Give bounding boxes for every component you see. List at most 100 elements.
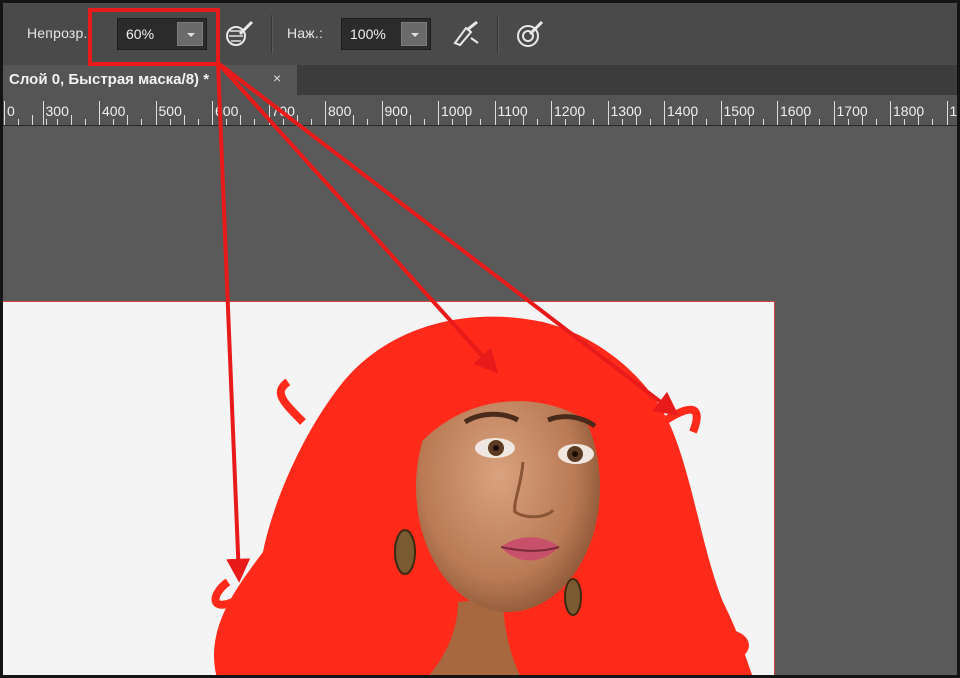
ruler-minor-tick bbox=[762, 119, 764, 125]
ruler-minor-tick bbox=[678, 119, 680, 125]
ruler-minor-tick bbox=[791, 119, 793, 125]
ruler-tick-label: 1600 bbox=[780, 103, 812, 119]
opacity-label: Непрозр.: bbox=[27, 25, 92, 41]
ruler-major-tick bbox=[155, 101, 157, 125]
tool-options-bar: Непрозр.: 60% Наж.: 100% bbox=[3, 3, 957, 66]
opacity-dropdown-button[interactable] bbox=[177, 22, 203, 46]
opacity-field[interactable]: 60% bbox=[117, 18, 207, 50]
ruler-minor-tick bbox=[805, 115, 807, 125]
ruler-minor-tick bbox=[918, 115, 920, 125]
ruler-minor-tick bbox=[254, 119, 256, 125]
ruler-minor-tick bbox=[240, 115, 242, 125]
ruler-minor-tick bbox=[423, 119, 425, 125]
ruler-minor-tick bbox=[197, 119, 199, 125]
ruler-minor-tick bbox=[621, 119, 623, 125]
ruler-minor-tick bbox=[367, 119, 369, 125]
ruler-minor-tick bbox=[84, 119, 86, 125]
ruler-major-tick bbox=[99, 101, 100, 125]
photoshop-window: Непрозр.: 60% Наж.: 100% Слой 0, Быстрая… bbox=[0, 0, 960, 678]
chevron-down-icon bbox=[187, 33, 195, 37]
ruler-minor-tick bbox=[593, 119, 595, 125]
ruler-minor-tick bbox=[508, 119, 510, 125]
ruler-tick-label: 900 bbox=[384, 103, 408, 119]
ruler-major-tick bbox=[890, 101, 891, 125]
ruler-major-tick bbox=[946, 101, 948, 125]
flow-dropdown-button[interactable] bbox=[401, 22, 427, 46]
ruler-minor-tick bbox=[113, 119, 115, 125]
ruler-minor-tick bbox=[282, 119, 284, 125]
ruler-minor-tick bbox=[70, 115, 72, 125]
ruler-minor-tick bbox=[635, 115, 637, 125]
ruler-major-tick bbox=[551, 101, 552, 125]
ruler-major-tick bbox=[494, 101, 496, 125]
ruler-minor-tick bbox=[466, 115, 468, 125]
ruler-major-tick bbox=[325, 101, 326, 125]
masked-portrait-image bbox=[211, 316, 753, 675]
ruler-major-tick bbox=[212, 101, 213, 125]
ruler-tick-label: 1800 bbox=[893, 103, 925, 119]
close-icon[interactable]: × bbox=[273, 70, 281, 86]
document-tab[interactable]: Слой 0, Быстрая маска/8) * × bbox=[3, 65, 297, 95]
document-tab-title: Слой 0, Быстрая маска/8) * bbox=[9, 71, 210, 88]
ruler-minor-tick bbox=[339, 119, 341, 125]
ruler-minor-tick bbox=[56, 119, 58, 125]
ruler-tick-label: 1500 bbox=[723, 103, 755, 119]
ruler-minor-tick bbox=[141, 119, 143, 125]
ruler-minor-tick bbox=[875, 119, 877, 125]
toolbar-separator bbox=[497, 15, 498, 53]
ruler-tick-label: 400 bbox=[102, 103, 126, 119]
ruler-major-tick bbox=[268, 101, 270, 125]
document-canvas[interactable] bbox=[3, 301, 775, 675]
flow-value: 100% bbox=[350, 26, 386, 42]
ruler-major-tick bbox=[438, 101, 439, 125]
ruler-major-tick bbox=[664, 101, 665, 125]
ruler-minor-tick bbox=[536, 119, 538, 125]
ruler-minor-tick bbox=[861, 115, 863, 125]
ruler-major-tick bbox=[607, 101, 609, 125]
ruler-minor-tick bbox=[706, 119, 708, 125]
ruler-tick-label: 500 bbox=[158, 103, 182, 119]
ruler-major-tick bbox=[833, 101, 835, 125]
ruler-minor-tick bbox=[226, 119, 228, 125]
ruler-major-tick bbox=[4, 101, 5, 125]
flow-field[interactable]: 100% bbox=[341, 18, 431, 50]
ruler-tick-label: 1200 bbox=[554, 103, 586, 119]
ruler-tick-label: 700 bbox=[271, 103, 295, 119]
ruler-minor-tick bbox=[183, 115, 185, 125]
ruler-minor-tick bbox=[296, 115, 298, 125]
toolbar-separator bbox=[271, 15, 272, 53]
ruler-minor-tick bbox=[310, 119, 312, 125]
ruler-minor-tick bbox=[353, 115, 355, 125]
ruler-minor-tick bbox=[748, 115, 750, 125]
ruler-major-tick bbox=[777, 101, 778, 125]
ruler-major-tick bbox=[381, 101, 383, 125]
document-tab-strip: Слой 0, Быстрая маска/8) * × bbox=[3, 65, 957, 95]
ruler-major-tick bbox=[720, 101, 722, 125]
ruler-minor-tick bbox=[932, 119, 934, 125]
airbrush-icon[interactable] bbox=[451, 19, 481, 49]
ruler-minor-tick bbox=[579, 115, 581, 125]
ruler-minor-tick bbox=[452, 119, 454, 125]
ruler-minor-tick bbox=[46, 119, 48, 125]
ruler-minor-tick bbox=[409, 115, 411, 125]
ruler-minor-tick bbox=[904, 119, 906, 125]
ruler-major-tick bbox=[42, 101, 44, 125]
ruler-minor-tick bbox=[18, 119, 20, 125]
ruler-minor-tick bbox=[480, 119, 482, 125]
ruler-tick-label: 600 bbox=[215, 103, 239, 119]
ruler-minor-tick bbox=[734, 119, 736, 125]
ruler-tick-label: 800 bbox=[328, 103, 352, 119]
ruler-tick-label: 1000 bbox=[441, 103, 473, 119]
flow-label: Наж.: bbox=[287, 25, 324, 41]
ruler-tick-label: 0 bbox=[7, 103, 15, 119]
airbrush-pressure-opacity-icon[interactable] bbox=[225, 19, 255, 49]
ruler-minor-tick bbox=[32, 115, 34, 125]
horizontal-ruler[interactable]: 0 300 400 500 600 700 800 900 1000 1100 1200 1300 14… bbox=[3, 95, 957, 126]
ruler-minor-tick bbox=[819, 119, 821, 125]
ruler-tick-label: 1700 bbox=[836, 103, 868, 119]
ruler-minor-tick bbox=[847, 119, 849, 125]
tablet-pressure-size-icon[interactable] bbox=[515, 19, 545, 49]
ruler-minor-tick bbox=[522, 115, 524, 125]
ruler-tick-label: 1400 bbox=[667, 103, 699, 119]
ruler-minor-tick bbox=[395, 119, 397, 125]
